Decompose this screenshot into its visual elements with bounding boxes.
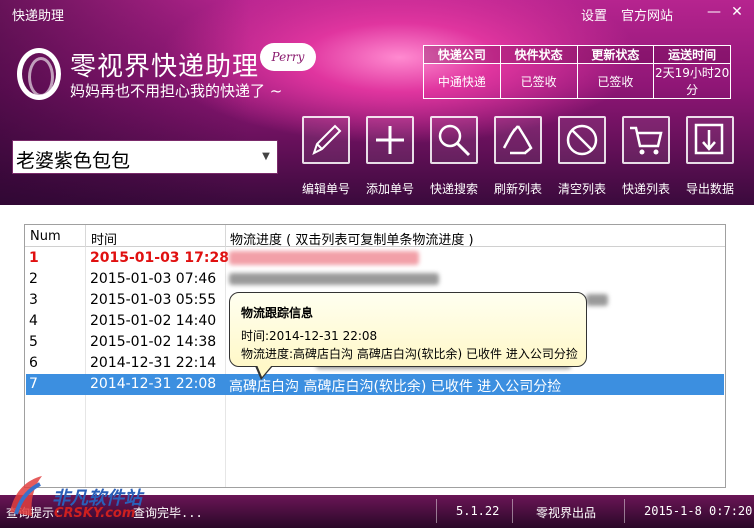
export-icon: [694, 123, 724, 155]
row-num: 6: [29, 355, 38, 371]
package-select[interactable]: 老婆紫色包包 ▼: [12, 140, 278, 174]
minimize-button[interactable]: —: [704, 3, 724, 21]
row-time: 2014-12-31 22:08: [90, 376, 217, 392]
redacted-progress: [586, 294, 608, 306]
row-num: 7: [29, 376, 38, 392]
clear-list-label[interactable]: 清空列表: [551, 180, 613, 197]
column-divider: [85, 225, 86, 247]
export-data-label[interactable]: 导出数据: [679, 180, 741, 197]
refresh-list-label[interactable]: 刷新列表: [487, 180, 549, 197]
pencil-icon: [312, 124, 342, 155]
tooltip-progress: 物流进度:高碑店白沟 高碑店白沟(软比余) 已收件 进入公司分捡: [241, 347, 578, 361]
status-divider: [624, 499, 625, 523]
logo-icon: [17, 48, 61, 100]
edit-number-button[interactable]: [302, 116, 350, 164]
official-site-link[interactable]: 官方网站: [621, 5, 673, 24]
row-time: 2014-12-31 22:14: [90, 355, 217, 371]
status-value-transit: 2天19小时20分: [653, 63, 731, 99]
express-list-button[interactable]: [622, 116, 670, 164]
tooltip-time: 时间:2014-12-31 22:08: [241, 329, 378, 343]
datetime-label: 2015-1-8 0:7:20: [644, 504, 753, 518]
search-express-label[interactable]: 快递搜索: [423, 180, 485, 197]
row-num: 3: [29, 292, 38, 308]
watermark: 非凡软件站 CRSKY.com: [4, 466, 164, 528]
row-num: 1: [29, 250, 39, 266]
tooltip-pointer-fill: [257, 365, 272, 377]
express-list-label[interactable]: 快递列表: [615, 180, 677, 197]
watermark-logo-icon: [10, 476, 42, 516]
row-num: 5: [29, 334, 38, 350]
edit-number-label[interactable]: 编辑单号: [295, 180, 357, 197]
header-shade: [0, 0, 250, 205]
status-header-transit: 运送时间: [653, 45, 731, 64]
close-button[interactable]: ✕: [727, 3, 747, 21]
brand-subtitle: 妈妈再也不用担心我的快递了 ~: [70, 82, 283, 100]
refresh-list-button[interactable]: [494, 116, 542, 164]
perry-badge: Perry: [260, 43, 316, 71]
list-row[interactable]: 1 2015-01-03 17:28: [26, 248, 724, 269]
tooltip-title: 物流跟踪信息: [241, 306, 314, 320]
plus-icon: [376, 126, 404, 154]
column-progress[interactable]: 物流进度 ( 双击列表可复制单条物流进度 ): [230, 229, 474, 248]
version-label: 5.1.22: [456, 504, 500, 518]
column-time[interactable]: 时间: [91, 229, 117, 248]
redacted-progress: [229, 251, 419, 265]
list-row[interactable]: 2 2015-01-03 07:46: [26, 269, 724, 290]
redacted-progress: [229, 273, 439, 285]
status-divider: [436, 499, 437, 523]
row-num: 4: [29, 313, 38, 329]
clear-list-button[interactable]: [558, 116, 606, 164]
status-divider: [512, 499, 513, 523]
no-entry-icon: [566, 124, 598, 156]
row-time: 2015-01-03 05:55: [90, 292, 217, 308]
row-time: 2015-01-03 07:46: [90, 271, 217, 287]
settings-link[interactable]: 设置: [581, 5, 607, 24]
producer-label: 零视界出品: [536, 506, 597, 520]
status-header-update: 更新状态: [576, 45, 655, 64]
recycle-icon: [502, 125, 533, 155]
row-time: 2015-01-02 14:38: [90, 334, 217, 350]
add-number-button[interactable]: [366, 116, 414, 164]
status-value-update: 已签收: [576, 63, 655, 99]
search-express-button[interactable]: [430, 116, 478, 164]
column-divider: [225, 225, 226, 247]
row-time: 2015-01-03 17:28: [90, 250, 229, 266]
chevron-down-icon[interactable]: ▼: [259, 149, 273, 165]
status-header-parcel: 快件状态: [499, 45, 578, 64]
watermark-line2: CRSKY.com: [54, 506, 136, 521]
status-header-company: 快递公司: [423, 45, 501, 64]
brand-title: 零视界快递助理: [70, 52, 260, 82]
row-time: 2015-01-02 14:40: [90, 313, 217, 329]
column-num[interactable]: Num: [30, 229, 61, 244]
header: 快递助理 设置 官方网站 — ✕ 零视界快递助理 妈妈再也不用担心我的快递了 ~…: [0, 0, 754, 205]
status-value-parcel: 已签收: [499, 63, 578, 99]
row-num: 2: [29, 271, 38, 287]
row-progress: 高碑店白沟 高碑店白沟(软比余) 已收件 进入公司分捡: [229, 379, 562, 395]
window-title: 快递助理: [12, 9, 65, 24]
magnifier-icon: [438, 124, 471, 157]
export-data-button[interactable]: [686, 116, 734, 164]
status-table: 快递公司 快件状态 更新状态 运送时间 中通快递 已签收 已签收 2天19小时2…: [423, 45, 731, 99]
cart-icon: [630, 126, 663, 155]
add-number-label[interactable]: 添加单号: [359, 180, 421, 197]
status-value-company: 中通快递: [423, 63, 501, 99]
package-select-value: 老婆紫色包包: [16, 150, 131, 172]
list-row-selected[interactable]: 7 2014-12-31 22:08 高碑店白沟 高碑店白沟(软比余) 已收件 …: [26, 374, 724, 395]
list-header: Num 时间 物流进度 ( 双击列表可复制单条物流进度 ): [25, 225, 725, 248]
tracking-tooltip: 物流跟踪信息 时间:2014-12-31 22:08 物流进度:高碑店白沟 高碑…: [229, 292, 587, 367]
